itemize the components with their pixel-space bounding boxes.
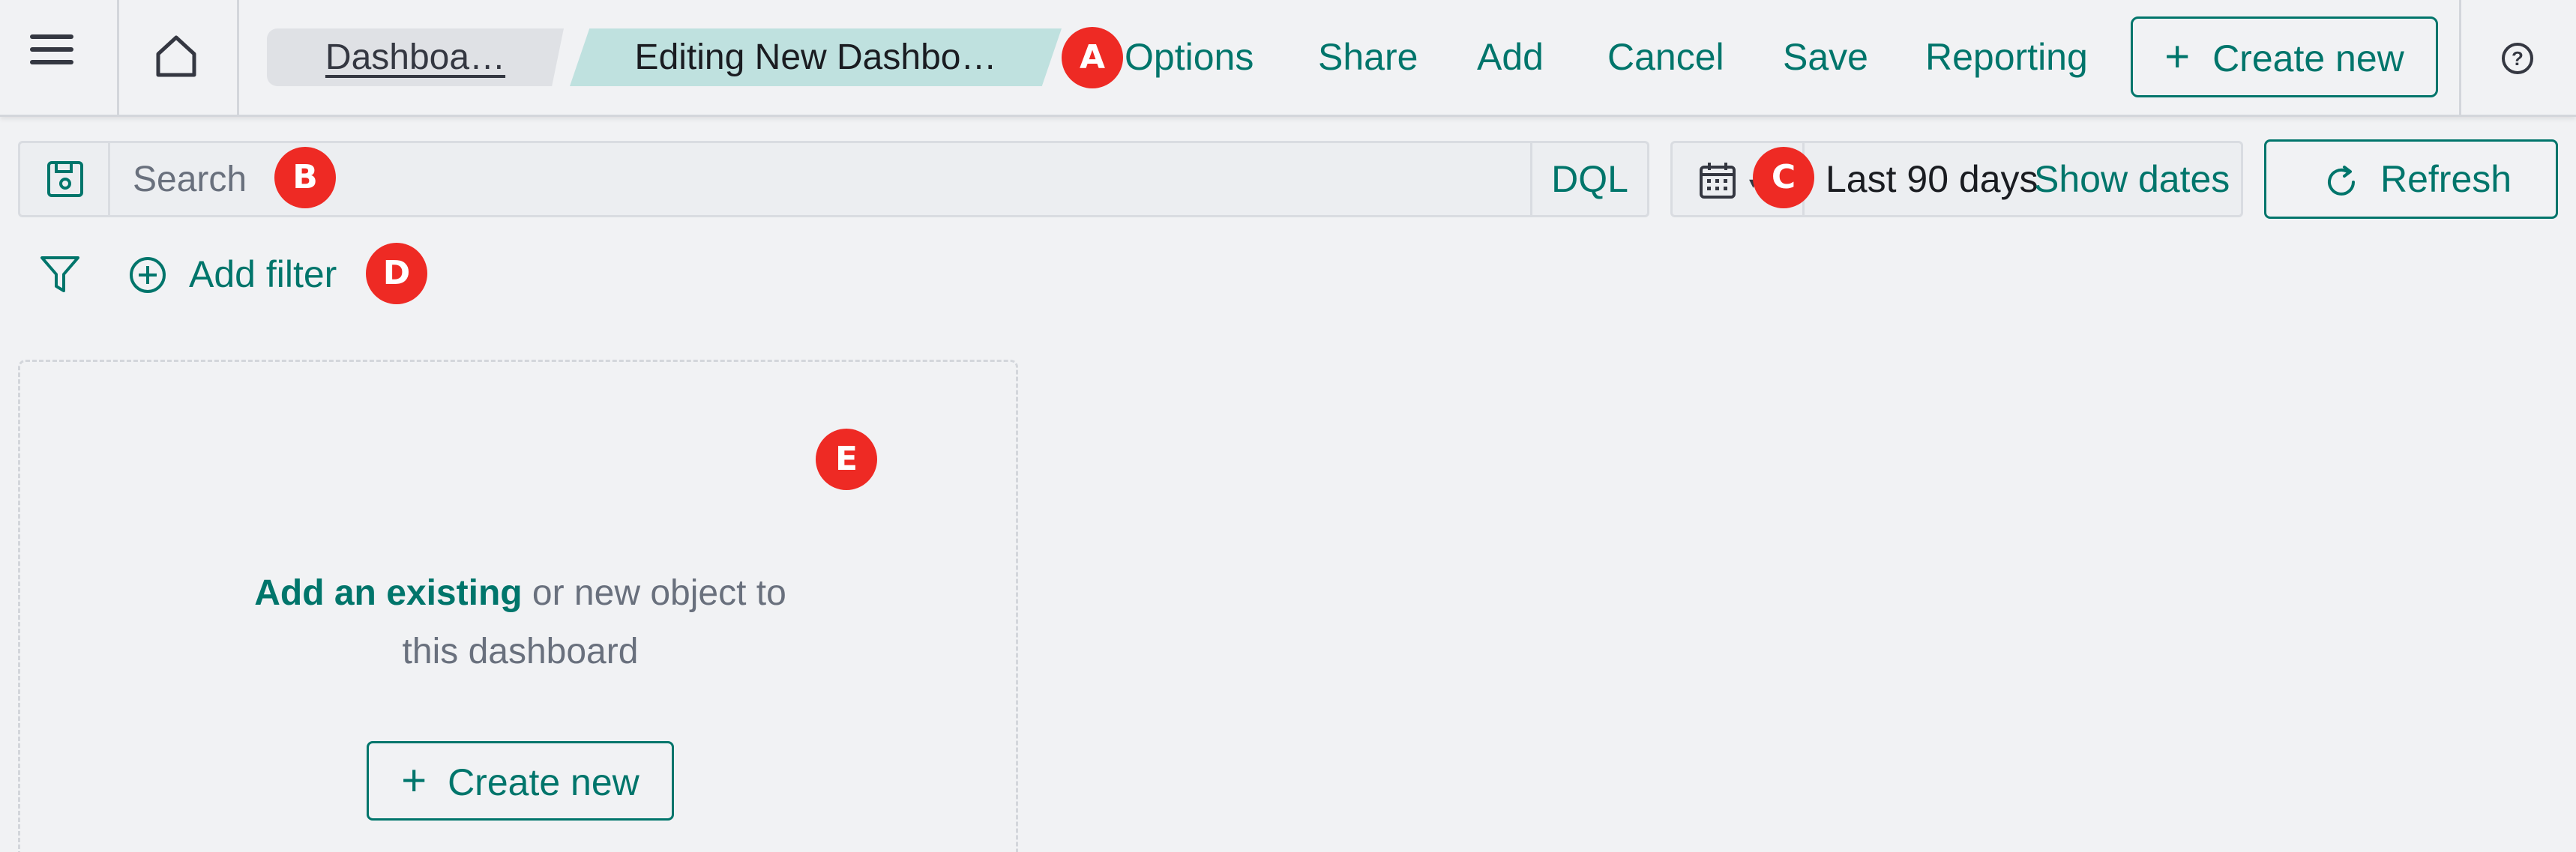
save-link[interactable]: Save	[1783, 28, 1868, 86]
calendar-icon	[1700, 163, 1736, 199]
plus-circle-icon	[130, 257, 166, 293]
help-icon[interactable]: ?	[2501, 42, 2534, 75]
panel-create-new-label: Create new	[448, 761, 640, 803]
filter-icon[interactable]	[39, 253, 81, 295]
add-link[interactable]: Add	[1477, 28, 1544, 86]
hamburger-menu-icon[interactable]	[30, 34, 78, 76]
empty-panel-text: or new object to	[522, 573, 786, 613]
saved-queries-button[interactable]	[20, 143, 110, 215]
header-divider	[2459, 0, 2461, 117]
query-language-button[interactable]: DQL	[1530, 143, 1647, 215]
plus-icon: +	[401, 756, 427, 805]
show-dates-link[interactable]: Show dates	[2034, 143, 2230, 215]
marker-c: C	[1753, 147, 1814, 208]
panel-create-new-button[interactable]: + Create new	[367, 741, 674, 821]
home-icon[interactable]	[154, 33, 199, 79]
create-new-button[interactable]: + Create new	[2131, 16, 2438, 97]
breadcrumb-current-dashboard: Editing New Dashbo…	[570, 28, 1062, 86]
reporting-link[interactable]: Reporting	[1925, 28, 2088, 86]
save-query-icon	[47, 161, 83, 197]
empty-panel-text-line2: this dashboard	[402, 632, 639, 671]
marker-b: B	[274, 147, 336, 208]
add-filter-label: Add filter	[189, 253, 337, 295]
date-range-label: Last 90 days	[1826, 158, 2038, 200]
plus-icon: +	[2164, 32, 2191, 81]
refresh-icon	[2328, 166, 2355, 196]
empty-panel-message: Add an existing or new object to this da…	[20, 564, 1020, 681]
marker-a: A	[1062, 27, 1123, 88]
query-bar: DQL	[18, 141, 1649, 217]
top-header: Dashboa… Editing New Dashbo… Options Sha…	[0, 0, 2576, 117]
create-new-label: Create new	[2212, 37, 2404, 79]
share-link[interactable]: Share	[1318, 28, 1418, 86]
marker-d: D	[366, 243, 427, 304]
marker-e: E	[816, 429, 877, 490]
add-existing-link[interactable]: Add an existing	[254, 573, 522, 613]
header-divider	[237, 0, 239, 117]
dashboard-empty-panel: Add an existing or new object to this da…	[18, 360, 1018, 852]
cancel-link[interactable]: Cancel	[1607, 28, 1724, 86]
breadcrumb-dashboards[interactable]: Dashboa…	[267, 28, 564, 86]
refresh-label: Refresh	[2380, 158, 2512, 200]
svg-text:?: ?	[2512, 47, 2524, 70]
options-link[interactable]: Options	[1125, 28, 1254, 86]
refresh-button[interactable]: Refresh	[2264, 139, 2558, 219]
header-divider	[117, 0, 119, 117]
search-input[interactable]	[133, 143, 1535, 215]
